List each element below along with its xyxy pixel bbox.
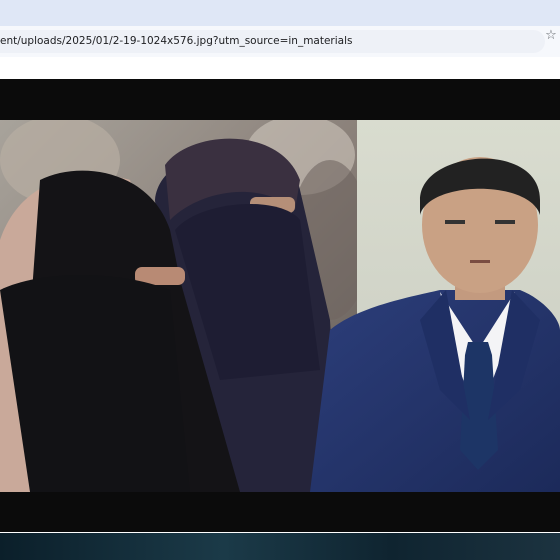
url-text[interactable]: ent/uploads/2025/01/2-19-1024x576.jpg?ut…	[0, 35, 530, 47]
browser-toolbar: ent/uploads/2025/01/2-19-1024x576.jpg?ut…	[0, 26, 560, 57]
star-icon[interactable]: ☆	[544, 29, 558, 43]
image-viewer	[0, 57, 560, 560]
displayed-photo	[0, 120, 560, 492]
next-image-strip	[0, 533, 560, 560]
tab-strip	[0, 0, 560, 26]
address-bar[interactable]: ent/uploads/2025/01/2-19-1024x576.jpg?ut…	[0, 30, 545, 53]
